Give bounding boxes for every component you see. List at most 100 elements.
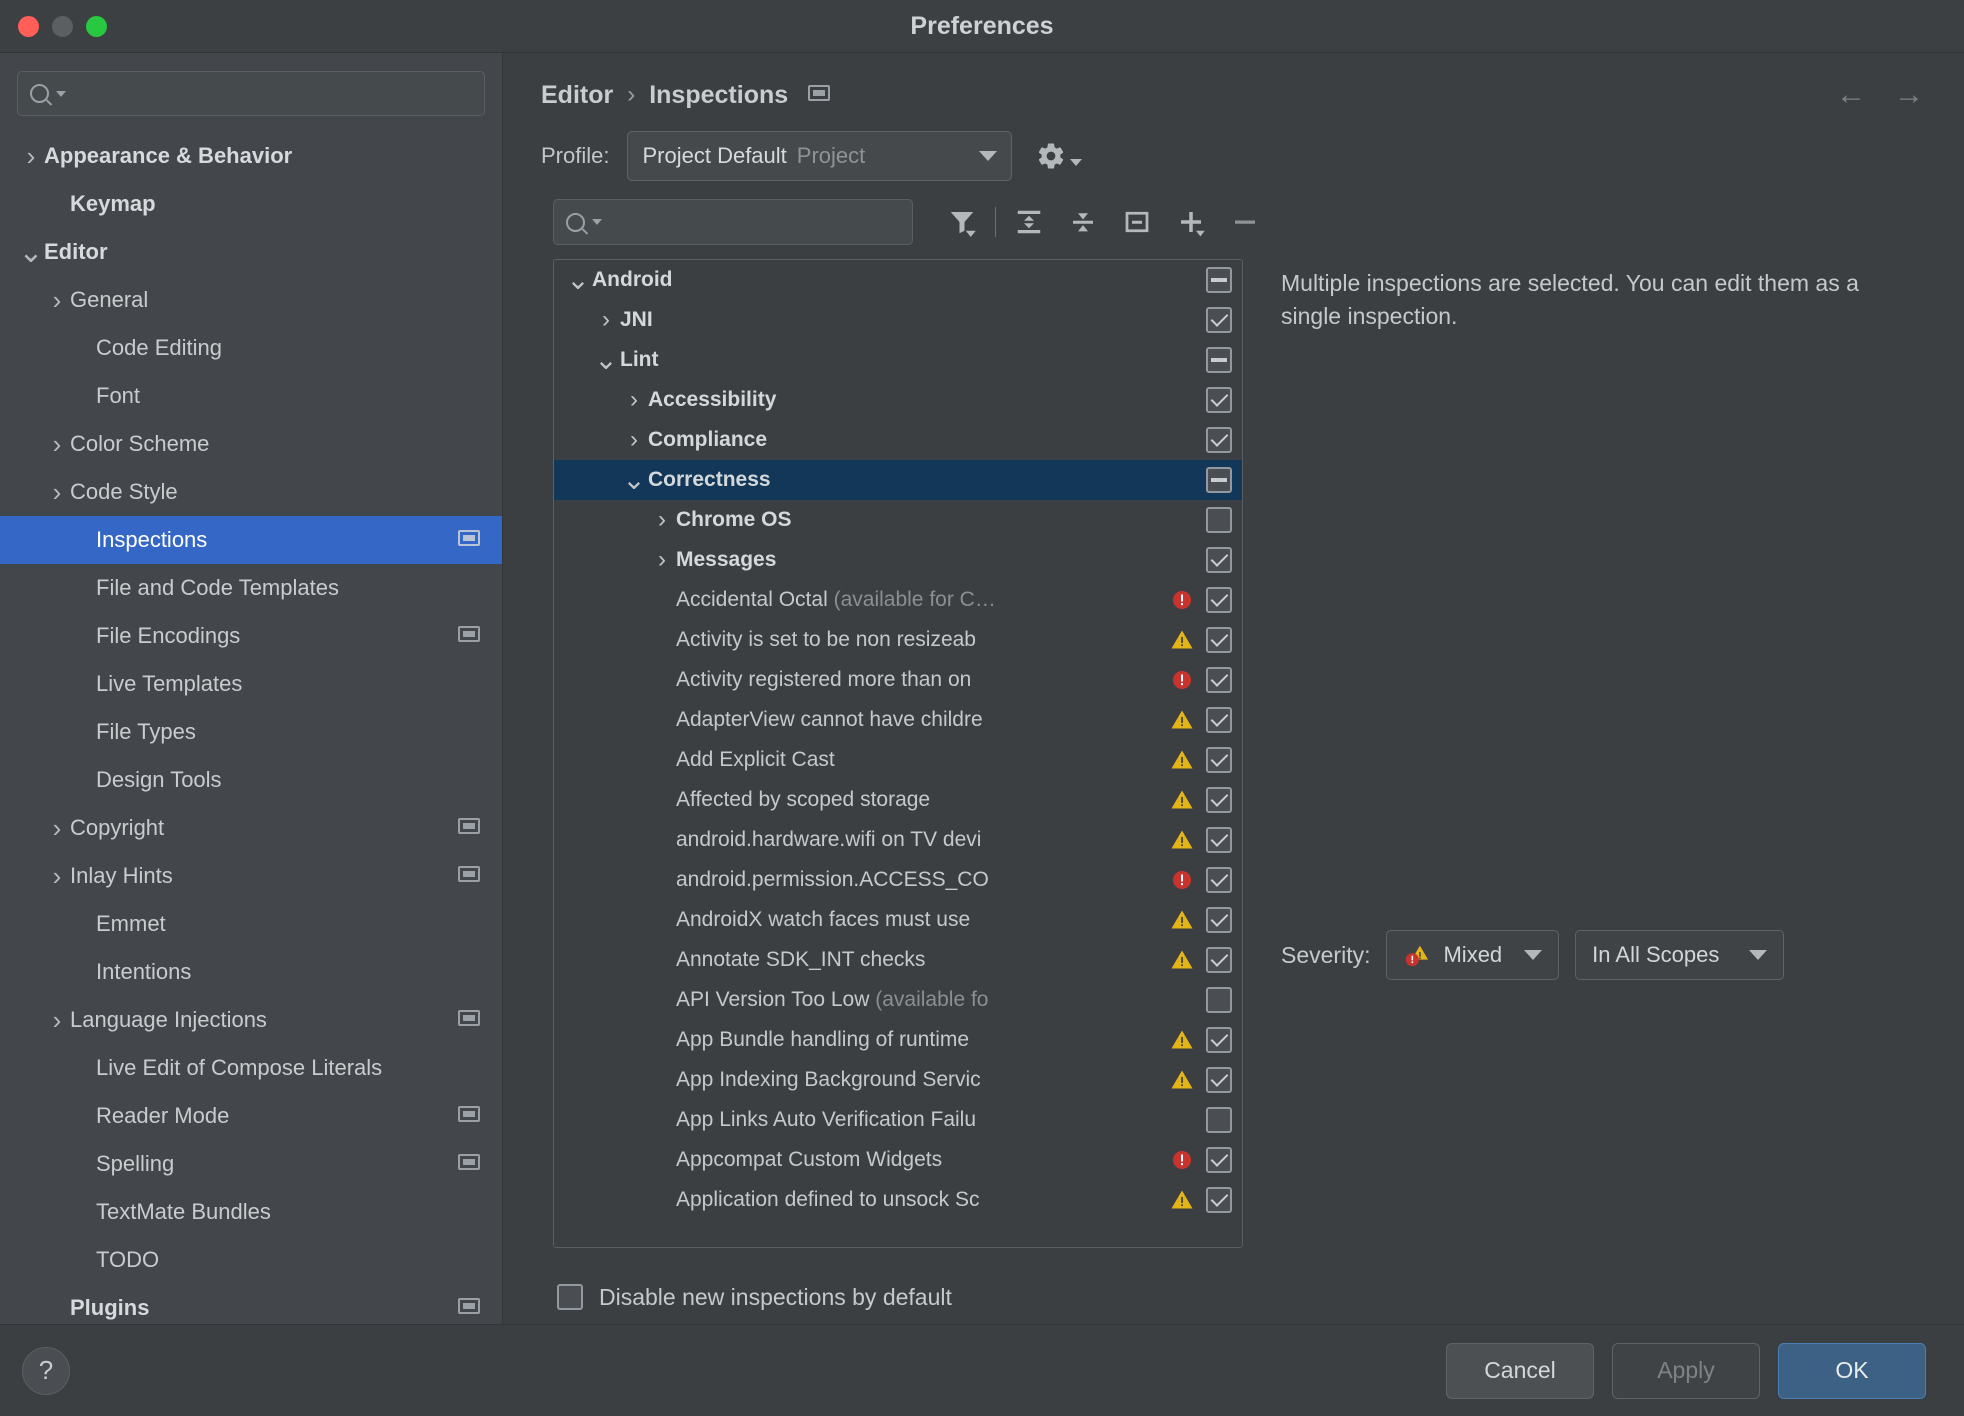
inspection-enabled-checkbox[interactable]: [1206, 547, 1232, 573]
sidebar-item-plugins[interactable]: Plugins: [0, 1284, 502, 1324]
sidebar-item-code-editing[interactable]: Code Editing: [0, 324, 502, 372]
chevron-right-icon[interactable]: ›: [648, 548, 676, 572]
inspections-search-box[interactable]: [553, 199, 913, 245]
inspection-enabled-checkbox[interactable]: [1206, 587, 1232, 613]
inspection-enabled-checkbox[interactable]: [1206, 667, 1232, 693]
help-button[interactable]: ?: [22, 1346, 70, 1395]
chevron-right-icon[interactable]: ›: [648, 508, 676, 532]
inspection-enabled-checkbox[interactable]: [1206, 307, 1232, 333]
chevron-right-icon[interactable]: ›: [18, 143, 44, 169]
remove-scope-button[interactable]: [1218, 199, 1272, 245]
search-options-caret-icon[interactable]: [592, 219, 602, 225]
chevron-right-icon[interactable]: ›: [44, 1007, 70, 1033]
cancel-button[interactable]: Cancel: [1446, 1342, 1594, 1399]
sidebar-item-font[interactable]: Font: [0, 372, 502, 420]
tree-row[interactable]: › Messages: [554, 540, 1242, 580]
expand-all-button[interactable]: [1002, 199, 1056, 245]
sidebar-item-language-injections[interactable]: › Language Injections: [0, 996, 502, 1044]
sidebar-item-file-encodings[interactable]: File Encodings: [0, 612, 502, 660]
filter-inspections-button[interactable]: [935, 199, 989, 245]
tree-row[interactable]: › JNI: [554, 300, 1242, 340]
inspection-enabled-checkbox[interactable]: [1206, 947, 1232, 973]
tree-row[interactable]: AdapterView cannot have childre: [554, 700, 1242, 740]
inspection-enabled-checkbox[interactable]: [1206, 507, 1232, 533]
sidebar-search-input[interactable]: [73, 82, 472, 105]
tree-row[interactable]: ⌄ Lint: [554, 340, 1242, 380]
nav-forward-icon[interactable]: →: [1894, 80, 1924, 110]
inspection-enabled-checkbox[interactable]: [1206, 787, 1232, 813]
chevron-down-icon[interactable]: ⌄: [620, 466, 648, 494]
nav-back-icon[interactable]: ←: [1836, 80, 1866, 110]
inspection-enabled-checkbox[interactable]: [1206, 427, 1232, 453]
profile-dropdown[interactable]: Project Default Project: [627, 131, 1013, 181]
chevron-right-icon[interactable]: ›: [44, 815, 70, 841]
tree-row[interactable]: ⌄ Android: [554, 260, 1242, 300]
inspection-enabled-checkbox[interactable]: [1206, 827, 1232, 853]
tree-row[interactable]: Activity is set to be non resizeab: [554, 620, 1242, 660]
tree-row[interactable]: Appcompat Custom Widgets: [554, 1140, 1242, 1180]
inspection-enabled-checkbox[interactable]: [1206, 747, 1232, 773]
sidebar-item-appearance-behavior[interactable]: › Appearance & Behavior: [0, 132, 502, 180]
tree-row[interactable]: Application defined to unsock Sc: [554, 1180, 1242, 1220]
inspection-enabled-checkbox[interactable]: [1206, 907, 1232, 933]
inspection-enabled-checkbox[interactable]: [1206, 867, 1232, 893]
inspections-tree-panel[interactable]: ⌄ Android › JNI ⌄ Lint › Accessibility › Complian…: [553, 259, 1243, 1248]
add-scope-button[interactable]: [1164, 199, 1218, 245]
tree-row[interactable]: App Indexing Background Servic: [554, 1060, 1242, 1100]
inspection-enabled-checkbox[interactable]: [1206, 707, 1232, 733]
chevron-right-icon[interactable]: ›: [44, 479, 70, 505]
reset-to-empty-button[interactable]: [1110, 199, 1164, 245]
search-options-caret-icon[interactable]: [56, 90, 66, 97]
sidebar-item-live-edit-of-compose-literals[interactable]: Live Edit of Compose Literals: [0, 1044, 502, 1092]
profile-settings-button[interactable]: [1030, 135, 1089, 177]
tree-row[interactable]: › Accessibility: [554, 380, 1242, 420]
inspection-enabled-checkbox[interactable]: [1206, 1067, 1232, 1093]
zoom-window-button[interactable]: [86, 15, 107, 37]
sidebar-item-general[interactable]: › General: [0, 276, 502, 324]
tree-row[interactable]: › Chrome OS: [554, 500, 1242, 540]
sidebar-item-live-templates[interactable]: Live Templates: [0, 660, 502, 708]
inspections-search-input[interactable]: [609, 211, 900, 233]
sidebar-item-design-tools[interactable]: Design Tools: [0, 756, 502, 804]
tree-row[interactable]: App Links Auto Verification Failu: [554, 1100, 1242, 1140]
disable-new-inspections-checkbox[interactable]: [557, 1284, 583, 1310]
sidebar-item-file-types[interactable]: File Types: [0, 708, 502, 756]
sidebar-item-intentions[interactable]: Intentions: [0, 948, 502, 996]
sidebar-item-todo[interactable]: TODO: [0, 1236, 502, 1284]
sidebar-item-color-scheme[interactable]: › Color Scheme: [0, 420, 502, 468]
inspection-enabled-checkbox[interactable]: [1206, 267, 1232, 293]
sidebar-item-file-and-code-templates[interactable]: File and Code Templates: [0, 564, 502, 612]
breadcrumb-parent[interactable]: Editor: [541, 81, 613, 110]
tree-row[interactable]: Accidental Octal (available for C…: [554, 580, 1242, 620]
tree-row[interactable]: › Compliance: [554, 420, 1242, 460]
inspection-enabled-checkbox[interactable]: [1206, 387, 1232, 413]
sidebar-item-copyright[interactable]: › Copyright: [0, 804, 502, 852]
chevron-right-icon[interactable]: ›: [620, 428, 648, 452]
inspection-enabled-checkbox[interactable]: [1206, 1147, 1232, 1173]
scope-dropdown[interactable]: In All Scopes: [1575, 930, 1785, 980]
sidebar-item-reader-mode[interactable]: Reader Mode: [0, 1092, 502, 1140]
chevron-down-icon[interactable]: ⌄: [18, 237, 44, 267]
sidebar-item-spelling[interactable]: Spelling: [0, 1140, 502, 1188]
tree-row[interactable]: Annotate SDK_INT checks: [554, 940, 1242, 980]
collapse-all-button[interactable]: [1056, 199, 1110, 245]
tree-row[interactable]: Activity registered more than on: [554, 660, 1242, 700]
tree-row[interactable]: AndroidX watch faces must use: [554, 900, 1242, 940]
tree-row[interactable]: App Bundle handling of runtime: [554, 1020, 1242, 1060]
tree-row[interactable]: API Version Too Low (available fo: [554, 980, 1242, 1020]
chevron-right-icon[interactable]: ›: [44, 431, 70, 457]
sidebar-item-inlay-hints[interactable]: › Inlay Hints: [0, 852, 502, 900]
chevron-down-icon[interactable]: ⌄: [564, 266, 592, 294]
chevron-right-icon[interactable]: ›: [44, 863, 70, 889]
tree-row[interactable]: Affected by scoped storage: [554, 780, 1242, 820]
sidebar-item-keymap[interactable]: Keymap: [0, 180, 502, 228]
inspection-enabled-checkbox[interactable]: [1206, 467, 1232, 493]
severity-dropdown[interactable]: Mixed: [1386, 930, 1560, 980]
sidebar-item-emmet[interactable]: Emmet: [0, 900, 502, 948]
sidebar-item-code-style[interactable]: › Code Style: [0, 468, 502, 516]
apply-button[interactable]: Apply: [1612, 1342, 1760, 1399]
chevron-right-icon[interactable]: ›: [592, 308, 620, 332]
inspection-enabled-checkbox[interactable]: [1206, 987, 1232, 1013]
sidebar-item-inspections[interactable]: Inspections: [0, 516, 502, 564]
sidebar-search-box[interactable]: [17, 71, 485, 116]
